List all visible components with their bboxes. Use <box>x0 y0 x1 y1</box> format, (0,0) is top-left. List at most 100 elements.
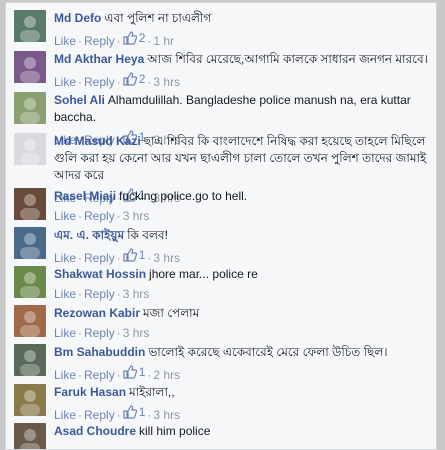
like-link[interactable]: Like <box>54 209 76 223</box>
avatar[interactable] <box>14 133 46 165</box>
separator-dot: · <box>147 408 152 422</box>
reply-link[interactable]: Reply <box>84 209 115 223</box>
avatar[interactable] <box>14 423 46 449</box>
separator-dot: · <box>116 368 121 382</box>
comment-text: মজা পেলাম <box>143 306 200 320</box>
like-link[interactable]: Like <box>54 75 76 89</box>
like-link[interactable]: Like <box>54 368 76 382</box>
comment-content: Faruk Hasan মাইরালা,, <box>54 384 430 401</box>
like-count-number: 2 <box>138 31 146 45</box>
avatar[interactable] <box>14 92 46 124</box>
like-link[interactable]: Like <box>54 408 76 422</box>
comment-timestamp[interactable]: 3 hrs <box>153 251 180 265</box>
comment-body: Shakwat Hossin jhore mar... police re Like… <box>54 266 430 302</box>
like-link[interactable]: Like <box>54 287 76 301</box>
comment-body: Bm Sahabuddin ভালোই করেছে একেবারেই মেরে ফ… <box>54 344 430 383</box>
comment-content: Bm Sahabuddin ভালোই করেছে একেবারেই মেরে ফ… <box>54 344 430 361</box>
reply-link[interactable]: Reply <box>84 368 115 382</box>
reply-link[interactable]: Reply <box>84 287 115 301</box>
avatar[interactable] <box>14 10 46 42</box>
comment-author-link[interactable]: Rezowan Kabir <box>54 306 140 320</box>
comments-panel: Md Defo এবা পুলিশ না চাএলীগ Like · Reply · 2 · 1… <box>5 2 437 450</box>
avatar[interactable] <box>14 188 46 220</box>
comment-body: Rezowan Kabir মজা পেলাম Like · Reply · 3 hrs <box>54 305 430 341</box>
comment-text: এবা পুলিশ না চাএলীগ <box>104 11 212 25</box>
comment-timestamp[interactable]: 3 hrs <box>123 209 150 223</box>
comment-actions: Like · Reply · 3 hrs <box>54 208 430 224</box>
separator-dot: · <box>147 368 152 382</box>
comment-text: jhore mar... police re <box>149 267 258 281</box>
comment-content: Rasel Miaji fucking police.go to hell. <box>54 188 430 205</box>
separator-dot: · <box>78 251 83 265</box>
like-link[interactable]: Like <box>54 326 76 340</box>
like-count[interactable]: 1 <box>123 364 145 380</box>
separator-dot: · <box>147 251 152 265</box>
comment-timestamp[interactable]: 3 hrs <box>123 287 150 301</box>
comment-content: Md Defo এবা পুলিশ না চাএলীগ <box>54 10 430 27</box>
separator-dot: · <box>78 368 83 382</box>
comment-author-link[interactable]: Bm Sahabuddin <box>54 345 145 359</box>
avatar[interactable] <box>14 344 46 376</box>
reply-link[interactable]: Reply <box>84 326 115 340</box>
comment-author-link[interactable]: এম. এ. কাইয়ুম <box>54 228 124 242</box>
comment-text: fucking police.go to hell. <box>119 189 248 203</box>
reply-link[interactable]: Reply <box>84 251 115 265</box>
avatar[interactable] <box>14 305 46 337</box>
comment-body: Faruk Hasan মাইরালা,, Like · Reply · 1 · 3 hrs <box>54 384 430 423</box>
like-count-number: 1 <box>138 405 146 419</box>
comment-author-link[interactable]: Rasel Miaji <box>54 189 116 203</box>
comment-author-link[interactable]: Faruk Hasan <box>54 385 126 399</box>
avatar[interactable] <box>14 384 46 416</box>
avatar[interactable] <box>14 51 46 83</box>
separator-dot: · <box>78 326 83 340</box>
comment-content: Sohel Ali Alhamdulillah. Bangladeshe poli… <box>54 92 430 126</box>
comment-text: Alhamdulillah. Bangladeshe police manush… <box>54 93 411 124</box>
like-link[interactable]: Like <box>54 34 76 48</box>
comment-timestamp[interactable]: 3 hrs <box>153 408 180 422</box>
comment-content: Md Akthar Heya আজ শিবির মেরেছে,আগামি কালক… <box>54 51 430 68</box>
like-link[interactable]: Like <box>54 251 76 265</box>
like-count[interactable]: 2 <box>123 71 146 87</box>
separator-dot: · <box>116 209 121 223</box>
comment-body: Md Defo এবা পুলিশ না চাএলীগ Like · Reply · 2 · 1… <box>54 10 430 49</box>
reply-link[interactable]: Reply <box>84 75 115 89</box>
comment-content: Shakwat Hossin jhore mar... police re <box>54 266 430 283</box>
comment-body: এম. এ. কাইয়ুম কি বলব! Like · Reply · 1 · 3 hrs <box>54 227 430 266</box>
comment-body: Md Akthar Heya আজ শিবির মেরেছে,আগামি কালক… <box>54 51 430 90</box>
comment-content: এম. এ. কাইয়ুম কি বলব! <box>54 227 430 244</box>
comment-author-link[interactable]: Asad Choudre <box>54 424 136 438</box>
separator-dot: · <box>78 34 83 48</box>
avatar[interactable] <box>14 227 46 259</box>
reply-link[interactable]: Reply <box>84 34 115 48</box>
comment-content: Asad Choudre kill him police <box>54 423 430 440</box>
comment-timestamp[interactable]: 1 hr <box>153 34 174 48</box>
comment-timestamp[interactable]: 3 hrs <box>123 326 150 340</box>
separator-dot: · <box>116 326 121 340</box>
like-count-number: 1 <box>138 248 146 262</box>
like-count[interactable]: 2 <box>123 30 146 46</box>
separator-dot: · <box>147 75 152 89</box>
thumbs-up-icon <box>123 405 137 419</box>
reply-link[interactable]: Reply <box>84 408 115 422</box>
comment-content: Md Masud Kazi ছাএ শিবির কি বাংলাদেশে নিষি… <box>54 133 430 184</box>
comment-author-link[interactable]: Md Masud Kazi <box>54 134 141 148</box>
like-count-number: 2 <box>138 72 146 86</box>
comment-actions: Like · Reply · 3 hrs <box>54 286 430 302</box>
comment-timestamp[interactable]: 3 hrs <box>153 75 180 89</box>
like-count[interactable]: 1 <box>123 404 146 420</box>
avatar[interactable] <box>14 266 46 298</box>
comment-author-link[interactable]: Md Defo <box>54 11 101 25</box>
separator-dot: · <box>147 34 152 48</box>
comment-author-link[interactable]: Sohel Ali <box>54 93 105 107</box>
separator-dot: · <box>78 209 83 223</box>
separator-dot: · <box>116 408 121 422</box>
like-count[interactable]: 1 <box>123 247 146 263</box>
comment-author-link[interactable]: Shakwat Hossin <box>54 267 146 281</box>
comment-text: kill him police <box>139 424 211 438</box>
screenshot-frame: Md Defo এবা পুলিশ না চাএলীগ Like · Reply · 2 · 1… <box>0 0 445 450</box>
comment-text: কি বলব! <box>127 228 168 242</box>
comment-author-link[interactable]: Md Akthar Heya <box>54 52 144 66</box>
comment-timestamp[interactable]: 2 hrs <box>153 368 180 382</box>
comment-content: Rezowan Kabir মজা পেলাম <box>54 305 430 322</box>
thumbs-up-icon <box>123 248 137 262</box>
